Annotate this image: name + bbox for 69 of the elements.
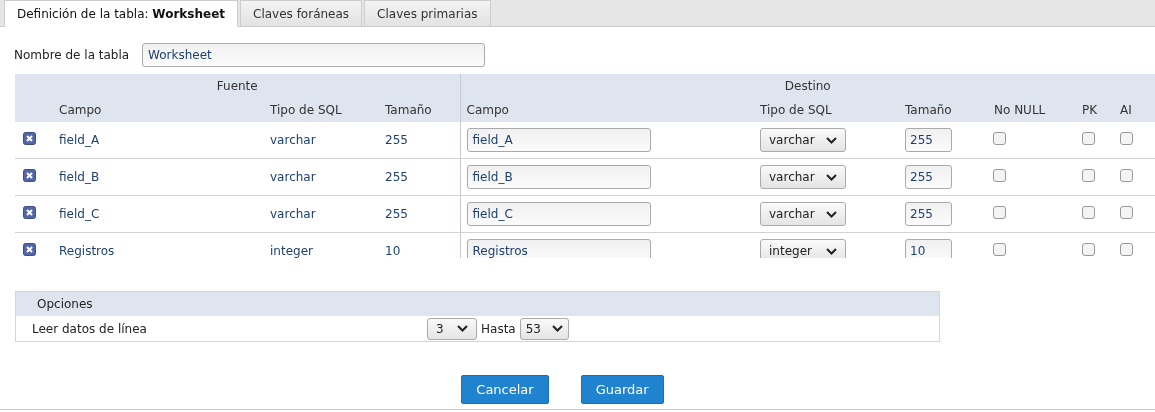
end-line-select[interactable]: 53 [519,317,569,340]
action-button[interactable]: Cancelar [461,375,549,404]
column-header: Tipo de SQL [760,103,832,117]
sql-type-select[interactable]: integer [760,239,846,258]
tab[interactable]: Claves primarias [364,0,491,26]
size-input[interactable]: 255 [905,165,952,189]
table-cell: field_B [59,170,100,184]
sql-type-select[interactable]: varchar [760,202,846,226]
table-cell: 255 [385,207,408,221]
checkbox[interactable] [993,243,1006,256]
chevron-icon [826,247,837,255]
table-cell: 255 [385,170,408,184]
column-group-header: Fuente [216,79,258,93]
field-name-input[interactable]: field_C [466,202,651,226]
chevron-icon [826,210,837,218]
tab[interactable]: Definición de la tabla: Worksheet [4,0,238,27]
remove-icon[interactable] [23,243,36,256]
field-name-input[interactable]: field_B [466,165,651,189]
table-cell: field_C [59,207,100,221]
table-cell: integer [270,244,313,258]
field-name-input[interactable]: Registros [466,239,651,258]
column-group-header: Destino [784,79,831,93]
checkbox[interactable] [1082,243,1095,256]
remove-icon[interactable] [23,132,36,145]
table-cell: Registros [59,244,115,258]
chevron-icon [826,136,837,144]
action-button[interactable]: Guardar [580,375,664,404]
column-header: No NULL [994,103,1046,117]
column-header: Tamaño [385,103,432,117]
sql-type-select[interactable]: varchar [760,128,846,152]
checkbox[interactable] [1120,132,1133,145]
checkbox[interactable] [1082,132,1095,145]
remove-icon[interactable] [23,169,36,182]
column-header: Campo [466,103,509,117]
remove-icon[interactable] [23,206,36,219]
checkbox[interactable] [1120,169,1133,182]
checkbox[interactable] [1120,243,1133,256]
checkbox[interactable] [993,132,1006,145]
start-line-select[interactable]: 3 [427,317,477,340]
chevron-icon [551,325,563,332]
chevron-icon [457,325,468,332]
checkbox[interactable] [993,206,1006,219]
option-label: Leer datos de línea [32,321,148,336]
sql-type-select[interactable]: varchar [760,165,846,189]
tab[interactable]: Claves foráneas [240,0,363,26]
section-title: Opciones [37,297,93,311]
table-cell: field_A [59,133,100,147]
table-cell: 255 [385,133,408,147]
table-cell: varchar [270,133,316,147]
table-cell: varchar [270,207,316,221]
table-name-field[interactable]: Worksheet [142,43,485,67]
column-header: Campo [59,103,102,117]
size-input[interactable]: 255 [905,202,952,226]
field-label: Nombre de la tabla [14,48,131,62]
option-label: Hasta [481,321,516,336]
chevron-icon [826,173,837,181]
size-input[interactable]: 255 [905,128,952,152]
field-name-input[interactable]: field_A [466,128,651,152]
column-header: PK [1082,103,1098,117]
checkbox[interactable] [993,169,1006,182]
checkbox[interactable] [1082,169,1095,182]
column-header: AI [1120,103,1132,117]
checkbox[interactable] [1082,206,1095,219]
column-header: Tipo de SQL [270,103,342,117]
size-input[interactable]: 10 [905,239,952,258]
table-cell: 10 [385,244,401,258]
checkbox[interactable] [1120,206,1133,219]
column-header: Tamaño [905,103,952,117]
table-cell: varchar [270,170,316,184]
